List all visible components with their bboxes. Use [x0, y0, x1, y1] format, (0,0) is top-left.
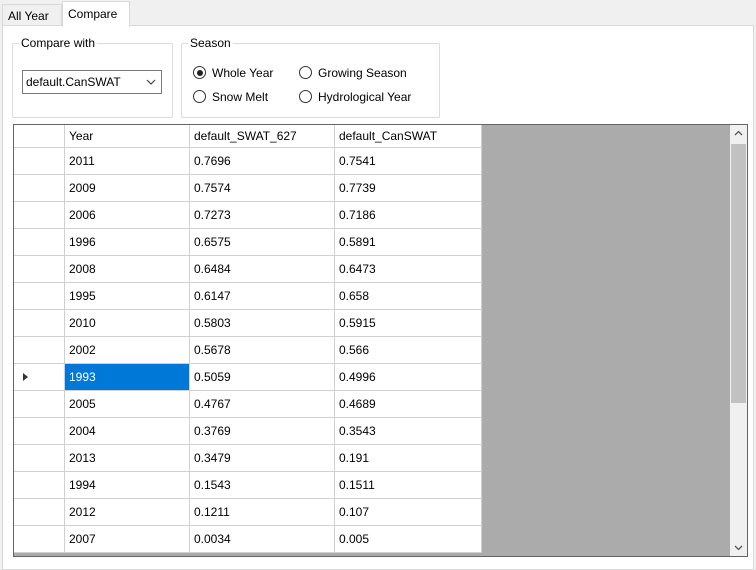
cell-default-swat-627[interactable]: 0.7273 — [190, 202, 335, 229]
cell-default-canswat[interactable]: 0.005 — [335, 526, 482, 553]
cell-default-canswat[interactable]: 0.5915 — [335, 310, 482, 337]
column-header-label: default_SWAT_627 — [194, 129, 297, 143]
row-header[interactable] — [14, 283, 65, 310]
current-row-arrow-icon — [23, 373, 28, 381]
row-header[interactable] — [14, 148, 65, 175]
cell-year[interactable]: 2002 — [65, 337, 190, 364]
scroll-up-icon[interactable] — [730, 125, 747, 142]
cell-default-canswat[interactable]: 0.1511 — [335, 472, 482, 499]
cell-default-canswat[interactable]: 0.6473 — [335, 256, 482, 283]
row-header[interactable] — [14, 202, 65, 229]
radio-growing-season[interactable]: Growing Season — [299, 65, 407, 81]
cell-year[interactable]: 1993 — [65, 364, 190, 391]
radio-snow-melt[interactable]: Snow Melt — [193, 89, 268, 105]
radio-label: Snow Melt — [212, 90, 269, 104]
cell-year[interactable]: 2013 — [65, 445, 190, 472]
tab-all-year[interactable]: All Year — [2, 4, 62, 26]
radio-whole-year[interactable]: Whole Year — [193, 65, 273, 81]
cell-default-swat-627[interactable]: 0.5678 — [190, 337, 335, 364]
radio-unselected-icon — [299, 90, 312, 103]
season-group: Season Whole Year Growing Season Snow Me… — [181, 35, 440, 118]
cell-default-swat-627[interactable]: 0.6484 — [190, 256, 335, 283]
radio-unselected-icon — [299, 66, 312, 79]
cell-default-canswat[interactable]: 0.191 — [335, 445, 482, 472]
cell-year[interactable]: 2005 — [65, 391, 190, 418]
cell-year[interactable]: 2009 — [65, 175, 190, 202]
column-header-default-swat-627[interactable]: default_SWAT_627 — [190, 125, 335, 148]
cell-year[interactable]: 1994 — [65, 472, 190, 499]
cell-default-canswat[interactable]: 0.5891 — [335, 229, 482, 256]
row-header[interactable] — [14, 337, 65, 364]
compare-tab-panel: Compare with default.CanSWAT Season Whol… — [2, 25, 754, 570]
cell-default-canswat[interactable]: 0.658 — [335, 283, 482, 310]
cell-year[interactable]: 2011 — [65, 148, 190, 175]
cell-default-canswat[interactable]: 0.7186 — [335, 202, 482, 229]
compare-with-dropdown[interactable]: default.CanSWAT — [22, 70, 162, 94]
tab-compare[interactable]: Compare — [62, 1, 130, 27]
vertical-scrollbar[interactable] — [730, 125, 747, 556]
cell-default-swat-627[interactable]: 0.3769 — [190, 418, 335, 445]
cell-default-canswat[interactable]: 0.4689 — [335, 391, 482, 418]
scrollbar-thumb[interactable] — [731, 144, 746, 403]
row-header[interactable] — [14, 418, 65, 445]
row-header[interactable] — [14, 472, 65, 499]
cell-year[interactable]: 2008 — [65, 256, 190, 283]
cell-default-swat-627[interactable]: 0.0034 — [190, 526, 335, 553]
compare-with-selected-value: default.CanSWAT — [26, 75, 121, 89]
cell-default-canswat[interactable]: 0.3543 — [335, 418, 482, 445]
cell-year[interactable]: 1995 — [65, 283, 190, 310]
row-header[interactable] — [14, 364, 65, 391]
radio-label: Whole Year — [212, 66, 274, 80]
column-header-label: default_CanSWAT — [339, 129, 438, 143]
column-header-default-canswat[interactable]: default_CanSWAT — [335, 125, 482, 148]
compare-with-legend: Compare with — [19, 35, 98, 51]
tab-label: All Year — [8, 9, 49, 23]
cell-default-swat-627[interactable]: 0.4767 — [190, 391, 335, 418]
cell-default-swat-627[interactable]: 0.1543 — [190, 472, 335, 499]
cell-default-canswat[interactable]: 0.7541 — [335, 148, 482, 175]
row-header[interactable] — [14, 310, 65, 337]
grid-corner-header[interactable] — [14, 125, 65, 148]
cell-year[interactable]: 2006 — [65, 202, 190, 229]
row-header[interactable] — [14, 175, 65, 202]
cell-default-canswat[interactable]: 0.107 — [335, 499, 482, 526]
cell-default-canswat[interactable]: 0.7739 — [335, 175, 482, 202]
cell-default-canswat[interactable]: 0.4996 — [335, 364, 482, 391]
season-legend: Season — [188, 35, 233, 51]
cell-default-canswat[interactable]: 0.566 — [335, 337, 482, 364]
column-header-label: Year — [69, 129, 94, 143]
cell-year[interactable]: 2007 — [65, 526, 190, 553]
scroll-down-icon[interactable] — [730, 539, 747, 556]
cell-year[interactable]: 2004 — [65, 418, 190, 445]
radio-label: Growing Season — [318, 66, 407, 80]
row-header[interactable] — [14, 499, 65, 526]
cell-year[interactable]: 1996 — [65, 229, 190, 256]
cell-year[interactable]: 2012 — [65, 499, 190, 526]
tab-strip: All Year Compare — [0, 0, 756, 27]
cell-default-swat-627[interactable]: 0.5059 — [190, 364, 335, 391]
row-header[interactable] — [14, 256, 65, 283]
column-header-year[interactable]: Year — [65, 125, 190, 148]
radio-hydrological-year[interactable]: Hydrological Year — [299, 89, 411, 105]
cell-default-swat-627[interactable]: 0.7574 — [190, 175, 335, 202]
cell-default-swat-627[interactable]: 0.5803 — [190, 310, 335, 337]
row-header[interactable] — [14, 445, 65, 472]
cell-default-swat-627[interactable]: 0.6147 — [190, 283, 335, 310]
radio-unselected-icon — [193, 90, 206, 103]
cell-year[interactable]: 2010 — [65, 310, 190, 337]
row-header[interactable] — [14, 229, 65, 256]
cell-default-swat-627[interactable]: 0.6575 — [190, 229, 335, 256]
compare-with-group: Compare with default.CanSWAT — [12, 35, 173, 118]
cell-default-swat-627[interactable]: 0.3479 — [190, 445, 335, 472]
tab-label: Compare — [68, 7, 118, 21]
chevron-down-icon — [146, 79, 156, 85]
row-header[interactable] — [14, 391, 65, 418]
row-header[interactable] — [14, 526, 65, 553]
radio-label: Hydrological Year — [318, 90, 412, 104]
cell-default-swat-627[interactable]: 0.1211 — [190, 499, 335, 526]
comparison-data-grid[interactable]: Year default_SWAT_627 default_CanSWAT 20… — [13, 124, 748, 557]
radio-selected-icon — [193, 66, 206, 79]
cell-default-swat-627[interactable]: 0.7696 — [190, 148, 335, 175]
